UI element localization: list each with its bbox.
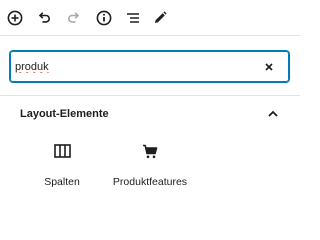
edit-pencil-icon [155,11,167,23]
add-block-button[interactable] [3,6,27,30]
cart-icon [143,144,158,158]
clear-search-button[interactable] [262,60,276,74]
info-icon [96,10,112,26]
outline-button[interactable] [121,6,145,30]
redo-button[interactable] [62,6,86,30]
info-button[interactable] [92,6,116,30]
columns-icon [53,144,71,158]
undo-button[interactable] [32,6,56,30]
outline-list-icon [127,13,139,23]
layout-elements-panel-toggle[interactable]: Layout-Elemente [0,96,300,132]
edit-mode-button[interactable] [148,6,172,30]
block-item-product-features[interactable]: Produktfeatures [110,140,190,198]
block-inserter: Layout-Elemente Spalten Produktfeatures [0,0,300,218]
block-search-box [10,51,289,82]
redo-icon [68,12,80,23]
block-item-columns[interactable]: Spalten [36,140,88,198]
close-icon [265,63,273,71]
chevron-up-icon [268,110,278,117]
editor-toolbar [0,0,300,36]
block-label: Produktfeatures [112,176,188,188]
undo-icon [38,12,50,23]
block-search-input[interactable] [11,52,251,81]
panel-title: Layout-Elemente [20,108,109,120]
add-block-icon [7,10,23,26]
block-label: Spalten [44,176,80,188]
